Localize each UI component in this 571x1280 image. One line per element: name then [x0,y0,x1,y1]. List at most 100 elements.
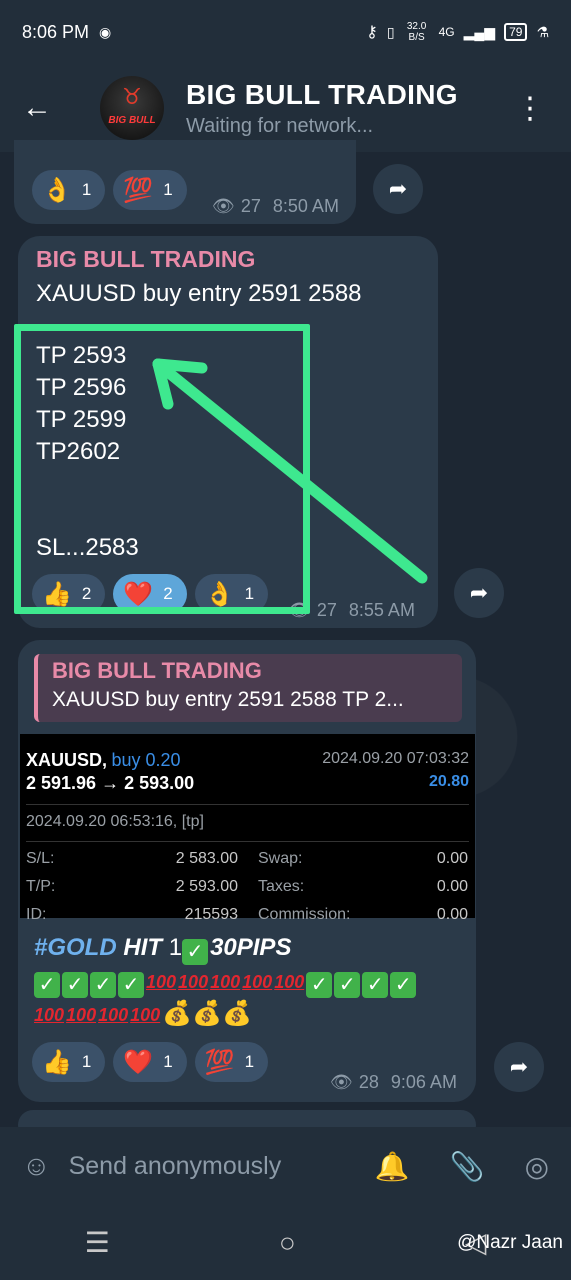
quote-text: XAUUSD buy entry 2591 2588 TP 2... [52,688,404,711]
check-emoji: ✓ [182,939,209,965]
channel-avatar[interactable]: ♉ BIG BULL [100,76,164,140]
tp-line: TP 2596 [36,374,127,401]
bell-icon[interactable]: 🔔 [375,1150,410,1183]
net-speed: 32.0 B/S [406,21,427,43]
ok-hand-emoji: 👌 [204,580,235,608]
hundred-emoji: 100 [242,972,273,992]
sticker-icon[interactable]: ☺ [22,1150,51,1182]
message-bubble-2[interactable]: BIG BULL TRADING XAUUSD buy entry 2591 2… [18,236,438,628]
hundred-emoji: 💯 [204,1048,235,1076]
id-label: ID: [26,906,47,923]
chat-status: Waiting for network... [186,114,374,137]
trade-open-time: 2024.09.20 07:03:32 [322,750,469,767]
reaction-thumbs-up[interactable]: 👍 1 [32,1042,106,1082]
attach-icon[interactable]: 📎 [450,1150,485,1183]
reaction-100[interactable]: 💯 1 [113,170,187,210]
reaction-count: 1 [81,180,92,199]
trade-prices: 2 591.96 → 2 593.00 [26,773,195,793]
share-arrow-icon[interactable]: ➦ [454,568,504,618]
sl-label: S/L: [26,850,55,867]
chat-title: BIG BULL TRADING [186,78,458,110]
reaction-thumbs-up[interactable]: 👍 2 [32,574,106,614]
hundred-emoji: 100 [98,1005,129,1025]
message-bubble-1[interactable]: 👌 1 💯 1 👁 27 8:50 AM [14,140,356,224]
message-line-1: XAUUSD buy entry 2591 2588 [36,280,362,307]
eye-icon: 👁 [212,196,235,216]
tp-line: TP2602 [36,438,121,465]
hundred-emoji: 100 [66,1005,97,1025]
swap-value: 0.00 [436,850,468,867]
check-emoji: ✓ [362,972,389,998]
reaction-count: 2 [81,584,92,603]
more-menu-icon[interactable]: ⋮ [515,91,545,126]
avatar-logo-text: BIG BULL [108,115,156,126]
signal-label: 4G [438,25,455,39]
eye-icon: 👁 [330,1072,353,1092]
message-meta: 👁 28 9:06 AM [330,1072,457,1093]
forwarded-quote[interactable]: BIG BULL TRADING XAUUSD buy entry 2591 2… [34,654,462,722]
share-arrow-icon[interactable]: ➦ [373,164,423,214]
back-arrow-icon[interactable]: ← [22,91,78,125]
ok-hand-emoji: 👌 [42,176,72,204]
thumbs-up-emoji: 👍 [42,1048,72,1076]
money-bag-emoji: 💰 [162,1000,193,1027]
hundred-emoji: 100 [210,972,241,992]
reactions-row: 👍 1 ❤️ 1 💯 1 [32,1042,269,1082]
hundred-emoji: 100 [178,972,209,992]
reaction-ok[interactable]: 👌 1 [32,170,106,210]
heart-emoji: ❤️ [123,1048,154,1076]
home-icon[interactable]: ○ [279,1227,296,1259]
reaction-count: 1 [244,584,255,603]
taxes-label: Taxes: [258,878,305,895]
chat-header: ← ♉ BIG BULL BIG BULL TRADING Waiting fo… [0,64,571,152]
hundred-emoji: 100 [274,972,305,992]
hundred-emoji: 💯 [123,176,154,204]
hundred-emoji: 100 [146,972,177,992]
check-emoji: ✓ [118,972,144,998]
emoji-row-1: ✓ ✓ ✓ ✓ 100 100 100 100 100 ✓ ✓ ✓ ✓ [34,965,418,998]
watermark: @Nazr Jaan [457,1232,563,1253]
signal-icon: ▂▄▆ [463,23,496,40]
quote-sender: BIG BULL TRADING [52,658,262,683]
header-title-group[interactable]: BIG BULL TRADING Waiting for network... [186,79,458,138]
eye-icon: 👁 [288,600,311,620]
hundred-emoji: 100 [130,1005,161,1025]
gold-pre: 1 [168,934,183,961]
reaction-ok[interactable]: 👌 1 [194,574,269,614]
commission-label: Commission: [258,906,351,923]
flask-icon: ⚗ [536,23,549,40]
id-value: 215593 [184,906,238,923]
message-meta: 👁 27 8:55 AM [288,600,415,621]
swap-label: Swap: [258,850,303,867]
vibrate-icon: ▯ [386,23,395,40]
check-emoji: ✓ [62,972,88,998]
tp-line: TP 2593 [36,342,127,369]
reaction-count: 1 [81,1052,92,1071]
trade-profit: 20.80 [428,773,469,790]
status-time: 8:06 PM [22,21,90,42]
message-time: 8:55 AM [348,600,415,620]
reaction-heart[interactable]: ❤️ 2 [113,574,187,614]
emoji-row-2: 100 100 100 100💰💰💰 [34,998,418,1031]
chrome-icon: ◉ [99,23,112,40]
recents-icon[interactable]: ☰ [85,1226,110,1259]
reaction-heart[interactable]: ❤️ 1 [113,1042,187,1082]
gold-pips: 30PIPS [210,934,292,961]
tp-value: 2 593.00 [175,878,238,895]
check-emoji: ✓ [390,972,417,998]
view-count: 28 [358,1072,379,1092]
reaction-count: 2 [163,584,173,603]
status-icons: ⚷ ▯ 32.0 B/S 4G ▂▄▆ 79 ⚗ [366,21,549,43]
share-arrow-icon[interactable]: ➦ [494,1042,544,1092]
trade-screenshot[interactable]: XAUUSD, buy 0.20 2024.09.20 07:03:32 2 5… [20,734,475,923]
bull-logo-icon: ♉ [122,84,142,109]
hundred-emoji: 100 [34,1005,65,1025]
camera-icon[interactable]: ◎ [525,1150,549,1183]
view-count: 27 [240,196,261,216]
gold-hashtag[interactable]: #GOLD [34,934,117,961]
check-emoji: ✓ [306,972,333,998]
sl-value: 2 583.00 [175,850,238,867]
check-emoji: ✓ [90,972,116,998]
reaction-100[interactable]: 💯 1 [194,1042,269,1082]
message-input[interactable]: Send anonymously [69,1152,282,1181]
